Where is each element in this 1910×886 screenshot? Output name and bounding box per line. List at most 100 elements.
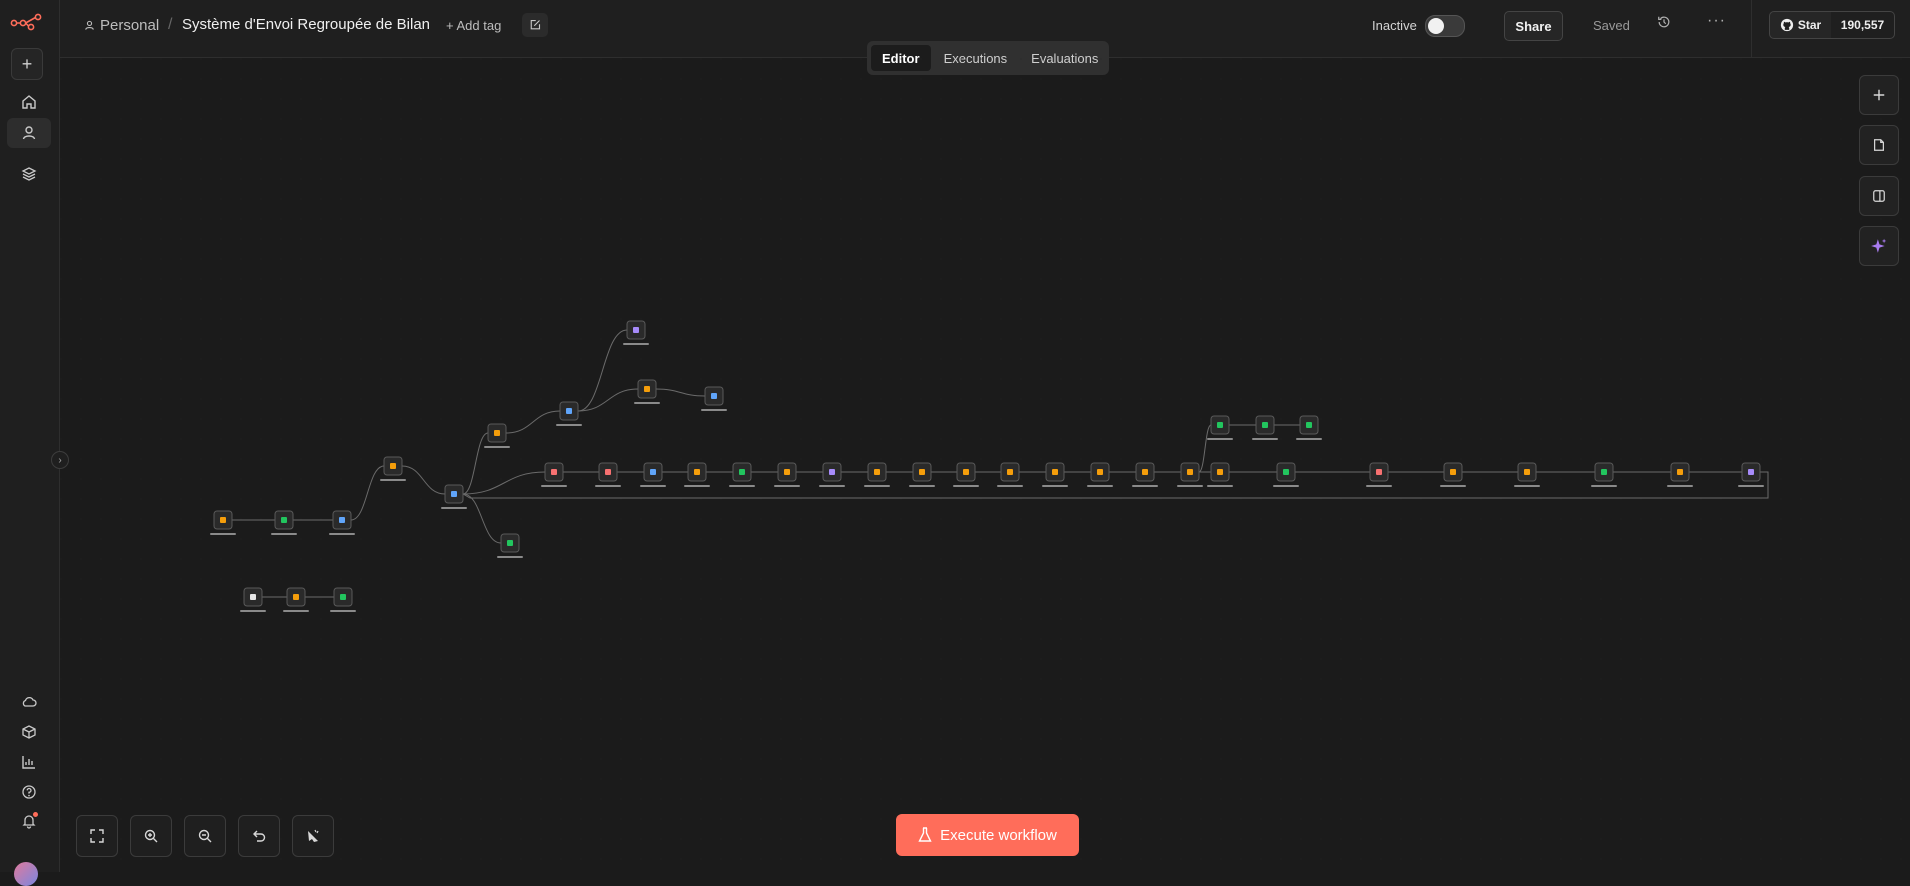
node-label-placeholder xyxy=(497,556,523,558)
chart-icon[interactable] xyxy=(7,747,51,777)
notification-dot xyxy=(33,812,38,817)
add-tag-button[interactable]: + Add tag xyxy=(446,18,501,33)
bell-icon[interactable] xyxy=(7,806,51,836)
node-label-placeholder xyxy=(1366,485,1392,487)
github-icon xyxy=(1780,18,1793,32)
help-icon[interactable] xyxy=(7,777,51,807)
node-icon xyxy=(1376,469,1382,475)
more-options-icon[interactable]: ··· xyxy=(1707,12,1726,30)
sidebar: + xyxy=(0,0,60,886)
zoom-out-icon[interactable] xyxy=(184,815,226,857)
box-icon[interactable] xyxy=(7,717,51,747)
sidebar-expand-chevron-icon[interactable]: › xyxy=(51,451,69,469)
saved-status: Saved xyxy=(1593,18,1630,33)
breadcrumb-separator: / xyxy=(168,16,173,33)
node-icon xyxy=(390,463,396,469)
node-icon xyxy=(1007,469,1013,475)
node-label-placeholder xyxy=(729,485,755,487)
github-star-label: Star xyxy=(1797,18,1822,32)
layers-icon[interactable] xyxy=(7,159,51,189)
node-icon xyxy=(1262,422,1268,428)
edit-icon[interactable] xyxy=(522,13,548,37)
node-icon xyxy=(1187,469,1193,475)
node-label-placeholder xyxy=(595,485,621,487)
node-icon xyxy=(1450,469,1456,475)
node-label-placeholder xyxy=(210,533,236,535)
activate-toggle[interactable] xyxy=(1425,15,1465,37)
status-label: Inactive xyxy=(1372,18,1417,33)
workflow-canvas[interactable] xyxy=(60,58,1910,872)
node-label-placeholder xyxy=(997,485,1023,487)
github-star-button[interactable]: Star xyxy=(1769,11,1832,39)
node-icon xyxy=(784,469,790,475)
node-label-placeholder xyxy=(283,610,309,612)
node-icon xyxy=(1524,469,1530,475)
node-icon xyxy=(739,469,745,475)
tidy-up-icon[interactable] xyxy=(292,815,334,857)
node-icon xyxy=(963,469,969,475)
node-label-placeholder xyxy=(701,409,727,411)
node-label-placeholder xyxy=(1440,485,1466,487)
node-label-placeholder xyxy=(1514,485,1540,487)
history-icon[interactable] xyxy=(1657,15,1671,34)
node-icon xyxy=(711,393,717,399)
node-label-placeholder xyxy=(541,485,567,487)
node-icon xyxy=(281,517,287,523)
node-label-placeholder xyxy=(1738,485,1764,487)
ai-sparkle-icon[interactable] xyxy=(1859,226,1899,266)
node-icon xyxy=(694,469,700,475)
node-label-placeholder xyxy=(441,507,467,509)
node-icon xyxy=(633,327,639,333)
node-label-placeholder xyxy=(864,485,890,487)
node-label-placeholder xyxy=(240,610,266,612)
undo-icon[interactable] xyxy=(238,815,280,857)
node-label-placeholder xyxy=(623,343,649,345)
home-icon[interactable] xyxy=(7,87,51,117)
node-label-placeholder xyxy=(1177,485,1203,487)
share-button[interactable]: Share xyxy=(1504,11,1563,41)
user-icon xyxy=(85,20,94,30)
workflow-title[interactable]: Système d'Envoi Regroupée de Bilan xyxy=(182,16,430,33)
node-icon xyxy=(1142,469,1148,475)
node-label-placeholder xyxy=(953,485,979,487)
node-label-placeholder xyxy=(1132,485,1158,487)
execute-workflow-button[interactable]: Execute workflow xyxy=(896,814,1079,856)
user-icon[interactable] xyxy=(7,118,51,148)
zoom-in-icon[interactable] xyxy=(130,815,172,857)
node-icon xyxy=(1052,469,1058,475)
node-label-placeholder xyxy=(329,533,355,535)
node-label-placeholder xyxy=(1207,438,1233,440)
workflow-graph xyxy=(60,58,1910,872)
plus-icon[interactable]: + xyxy=(11,48,43,80)
node-icon xyxy=(293,594,299,600)
panel-toggle-icon[interactable] xyxy=(1859,176,1899,216)
cloud-icon[interactable] xyxy=(7,687,51,717)
add-node-plus-icon[interactable] xyxy=(1859,75,1899,115)
node-label-placeholder xyxy=(640,485,666,487)
fit-view-icon[interactable] xyxy=(76,815,118,857)
github-badge: Star 190,557 xyxy=(1751,0,1910,57)
node-label-placeholder xyxy=(380,479,406,481)
breadcrumb-personal[interactable]: Personal xyxy=(84,17,159,34)
node-icon xyxy=(1283,469,1289,475)
node-icon xyxy=(339,517,345,523)
node-label-placeholder xyxy=(1042,485,1068,487)
node-icon xyxy=(1601,469,1607,475)
flask-icon xyxy=(918,827,932,842)
node-icon xyxy=(1748,469,1754,475)
node-icon xyxy=(644,386,650,392)
n8n-logo-icon[interactable] xyxy=(10,12,42,37)
node-label-placeholder xyxy=(1667,485,1693,487)
node-label-placeholder xyxy=(330,610,356,612)
node-icon xyxy=(250,594,256,600)
node-label-placeholder xyxy=(1273,485,1299,487)
breadcrumb-label: Personal xyxy=(100,17,160,34)
node-icon xyxy=(1097,469,1103,475)
sticky-note-icon[interactable] xyxy=(1859,125,1899,165)
node-icon xyxy=(340,594,346,600)
avatar[interactable] xyxy=(14,862,38,886)
github-star-count[interactable]: 190,557 xyxy=(1831,11,1895,39)
node-label-placeholder xyxy=(556,424,582,426)
node-icon xyxy=(874,469,880,475)
node-icon xyxy=(919,469,925,475)
